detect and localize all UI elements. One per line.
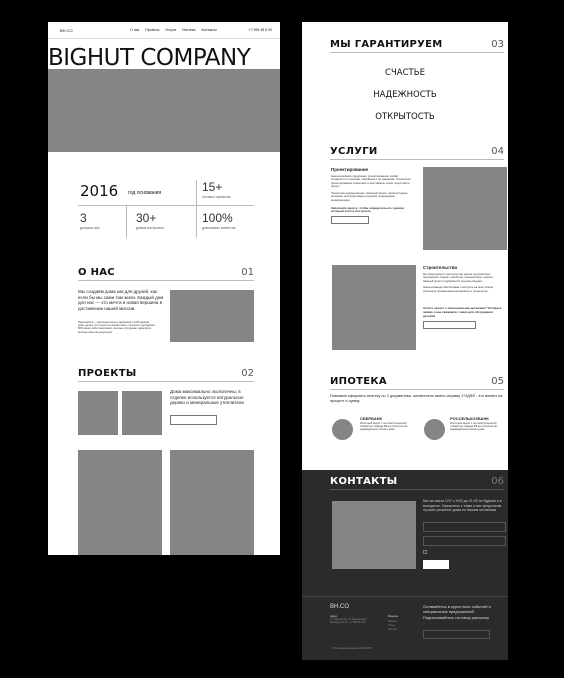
contacts-image <box>332 501 416 569</box>
consent-checkbox[interactable] <box>423 550 427 554</box>
nav-item[interactable]: О нас <box>130 28 139 32</box>
footer-link[interactable]: Ипотека <box>388 628 397 632</box>
project-image <box>78 391 118 435</box>
stat-label: допуска сро <box>80 226 100 230</box>
stat-label: домов построено <box>136 226 165 230</box>
nav-item[interactable]: Ипотека <box>182 28 195 32</box>
bank-text: Ипотечный кредит с льготной процентной с… <box>450 422 498 432</box>
bank-text: Ипотечный кредит с льготной процентной с… <box>360 422 408 432</box>
projects-button[interactable] <box>170 415 217 425</box>
bank-name: РОССЕЛЬХОЗБАНК <box>450 416 489 421</box>
stat-value: 30+ <box>136 211 157 225</box>
hero-title: BIGHUT COMPANY <box>48 45 251 71</box>
mortgage-number: 05 <box>491 376 504 387</box>
project-image <box>122 391 162 435</box>
stat-value: 2016 <box>80 182 119 200</box>
name-input[interactable] <box>423 522 506 532</box>
guarantee-item: СЧАСТЬЕ <box>385 68 425 78</box>
contacts-section: КОНТАКТЫ 06 Мы на связи 12/7 с 9:00 до 2… <box>302 470 508 660</box>
stat-value: 3 <box>80 211 87 225</box>
guarantee-number: 03 <box>491 39 504 50</box>
footer-menu-title: Разделы <box>388 615 399 618</box>
nav: О нас Проекты Услуги Ипотека Контакты <box>130 28 217 32</box>
subscribe-input[interactable] <box>423 630 490 639</box>
phone-input[interactable] <box>423 536 506 546</box>
service-text: Наша команда обеспечивает контроль на вс… <box>423 285 494 293</box>
home-page-mockup: BH.CO О нас Проекты Услуги Ипотека Конта… <box>48 22 280 555</box>
stat-label: довольных клиентов <box>202 226 236 230</box>
phone[interactable]: +7 999 45 5 00 <box>249 28 272 32</box>
nav-item[interactable]: Проекты <box>145 28 159 32</box>
contacts-number: 06 <box>491 476 504 487</box>
about-title: О НАС <box>78 267 115 278</box>
services-title: УСЛУГИ <box>330 146 378 157</box>
bank-name: СБЕРБАНК <box>360 416 383 421</box>
hero-image <box>48 69 280 152</box>
services-page-mockup: МЫ ГАРАНТИРУЕМ 03 СЧАСТЬЕ НАДЕЖНОСТЬ ОТК… <box>302 22 508 660</box>
service-cta: Заполните анкету, чтобы определиться с д… <box>331 205 405 214</box>
project-image <box>170 450 254 555</box>
projects-text: Дома максимально экологичны, в отделке и… <box>170 389 244 405</box>
projects-title: ПРОЕКТЫ <box>78 368 137 379</box>
design-button[interactable] <box>331 216 369 225</box>
about-lead: Мы создаём дома как для друзей, как если… <box>78 289 164 311</box>
mortgage-intro: Поможем оформить ипотеку по 2 документам… <box>330 394 503 403</box>
stat-value: 15+ <box>202 180 223 194</box>
project-image <box>78 450 162 555</box>
service-cta: Хотите проект с заполненными деталями? О… <box>423 306 502 319</box>
footer-address: ул. Набережная, 10, Екатеринбург, bighut… <box>330 619 367 625</box>
about-number: 01 <box>241 267 254 278</box>
bank-logo <box>332 419 353 440</box>
contacts-text: Мы на связи 12/7 с 9:00 до 21:00 по будн… <box>423 499 502 513</box>
subscribe-text: Оставайтесь в курсе всех событий и специ… <box>423 604 491 620</box>
header: BH.CO О нас Проекты Услуги Ипотека Конта… <box>48 22 280 39</box>
build-image <box>332 265 416 350</box>
build-button[interactable] <box>423 320 476 329</box>
service-title: Строительство <box>423 265 458 270</box>
design-image <box>423 167 507 250</box>
about-body: Наша работа — воплощать мечты заказчиков… <box>78 321 156 334</box>
service-text: Мы предлагаем строительство домов из раз… <box>423 271 494 283</box>
footer-logo[interactable]: BH.CO <box>330 604 349 610</box>
guarantee-item: ОТКРЫТОСТЬ <box>375 112 435 122</box>
contacts-title: КОНТАКТЫ <box>330 476 398 487</box>
stats: 2016 год основания 15+ готовых проектов … <box>78 180 254 242</box>
stat-value: 100% <box>202 211 233 225</box>
footer-menu: Проекты Услуги Ипотека <box>388 620 397 632</box>
services-number: 04 <box>491 146 504 157</box>
service-title: Проектирование <box>331 167 369 172</box>
submit-button[interactable] <box>423 560 449 569</box>
copyright: © Все права защищены 2023 BIGHUT <box>332 648 373 650</box>
service-build: Строительство Мы предлагаем строительств… <box>423 265 503 329</box>
projects-number: 02 <box>241 368 254 379</box>
about-image <box>170 290 254 342</box>
service-text: Проектная документация: эскизный проект,… <box>331 190 408 203</box>
stat-label: год основания <box>128 190 162 196</box>
guarantee-item: НАДЕЖНОСТЬ <box>373 90 437 100</box>
bank-logo <box>424 419 445 440</box>
nav-item[interactable]: Услуги <box>165 28 176 32</box>
guarantee-title: МЫ ГАРАНТИРУЕМ <box>330 39 443 50</box>
service-text: Наша компания предлагает проектирование … <box>331 173 411 189</box>
stat-label: готовых проектов <box>202 195 231 199</box>
logo[interactable]: BH.CO <box>60 28 73 33</box>
nav-item[interactable]: Контакты <box>202 28 217 32</box>
mortgage-title: ИПОТЕКА <box>330 376 387 387</box>
service-design: Проектирование Наша компания предлагает … <box>331 167 411 225</box>
guarantee-list: СЧАСТЬЕ НАДЕЖНОСТЬ ОТКРЫТОСТЬ <box>302 62 508 128</box>
